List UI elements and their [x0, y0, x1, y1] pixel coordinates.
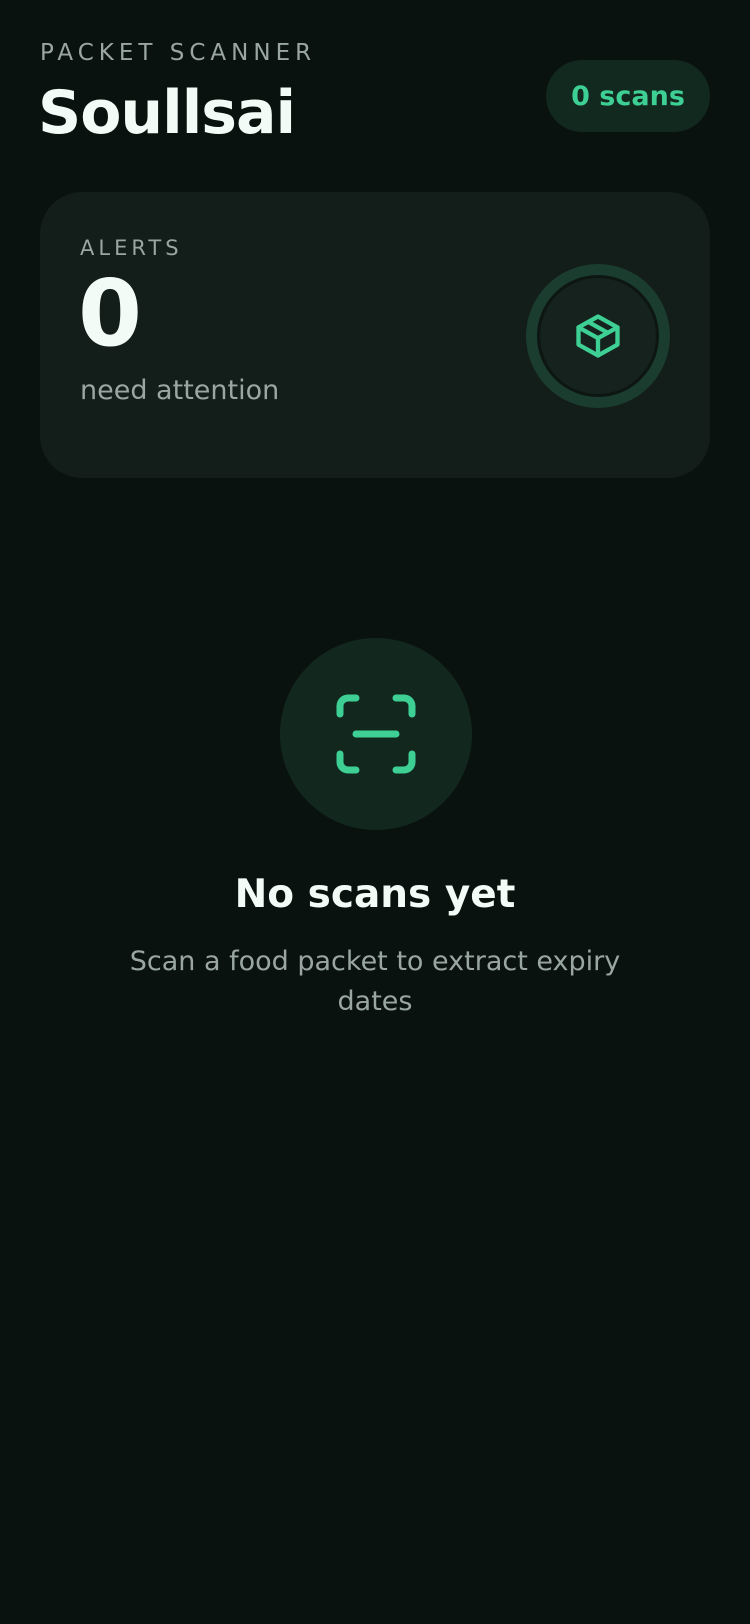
box-icon-badge [526, 264, 670, 408]
app-screen: PACKET SCANNER Soullsai 0 scans ALERTS 0… [0, 0, 750, 1624]
box-icon-inner [537, 275, 659, 397]
scan-icon [336, 694, 416, 774]
scan-count-badge[interactable]: 0 scans [546, 60, 710, 132]
scan-count-label: 0 scans [571, 80, 685, 112]
app-eyebrow: PACKET SCANNER [40, 40, 317, 66]
scan-icon-badge[interactable] [280, 638, 472, 830]
alerts-label: ALERTS [80, 236, 183, 260]
empty-state-description: Scan a food packet to extract expiry dat… [129, 946, 621, 1017]
page-title: Soullsai [38, 78, 296, 148]
empty-state-title: No scans yet [234, 872, 516, 917]
alerts-subtitle: need attention [80, 375, 280, 406]
alerts-count: 0 [78, 260, 143, 367]
alerts-card[interactable]: ALERTS 0 need attention [40, 192, 710, 478]
box-icon [576, 314, 620, 358]
